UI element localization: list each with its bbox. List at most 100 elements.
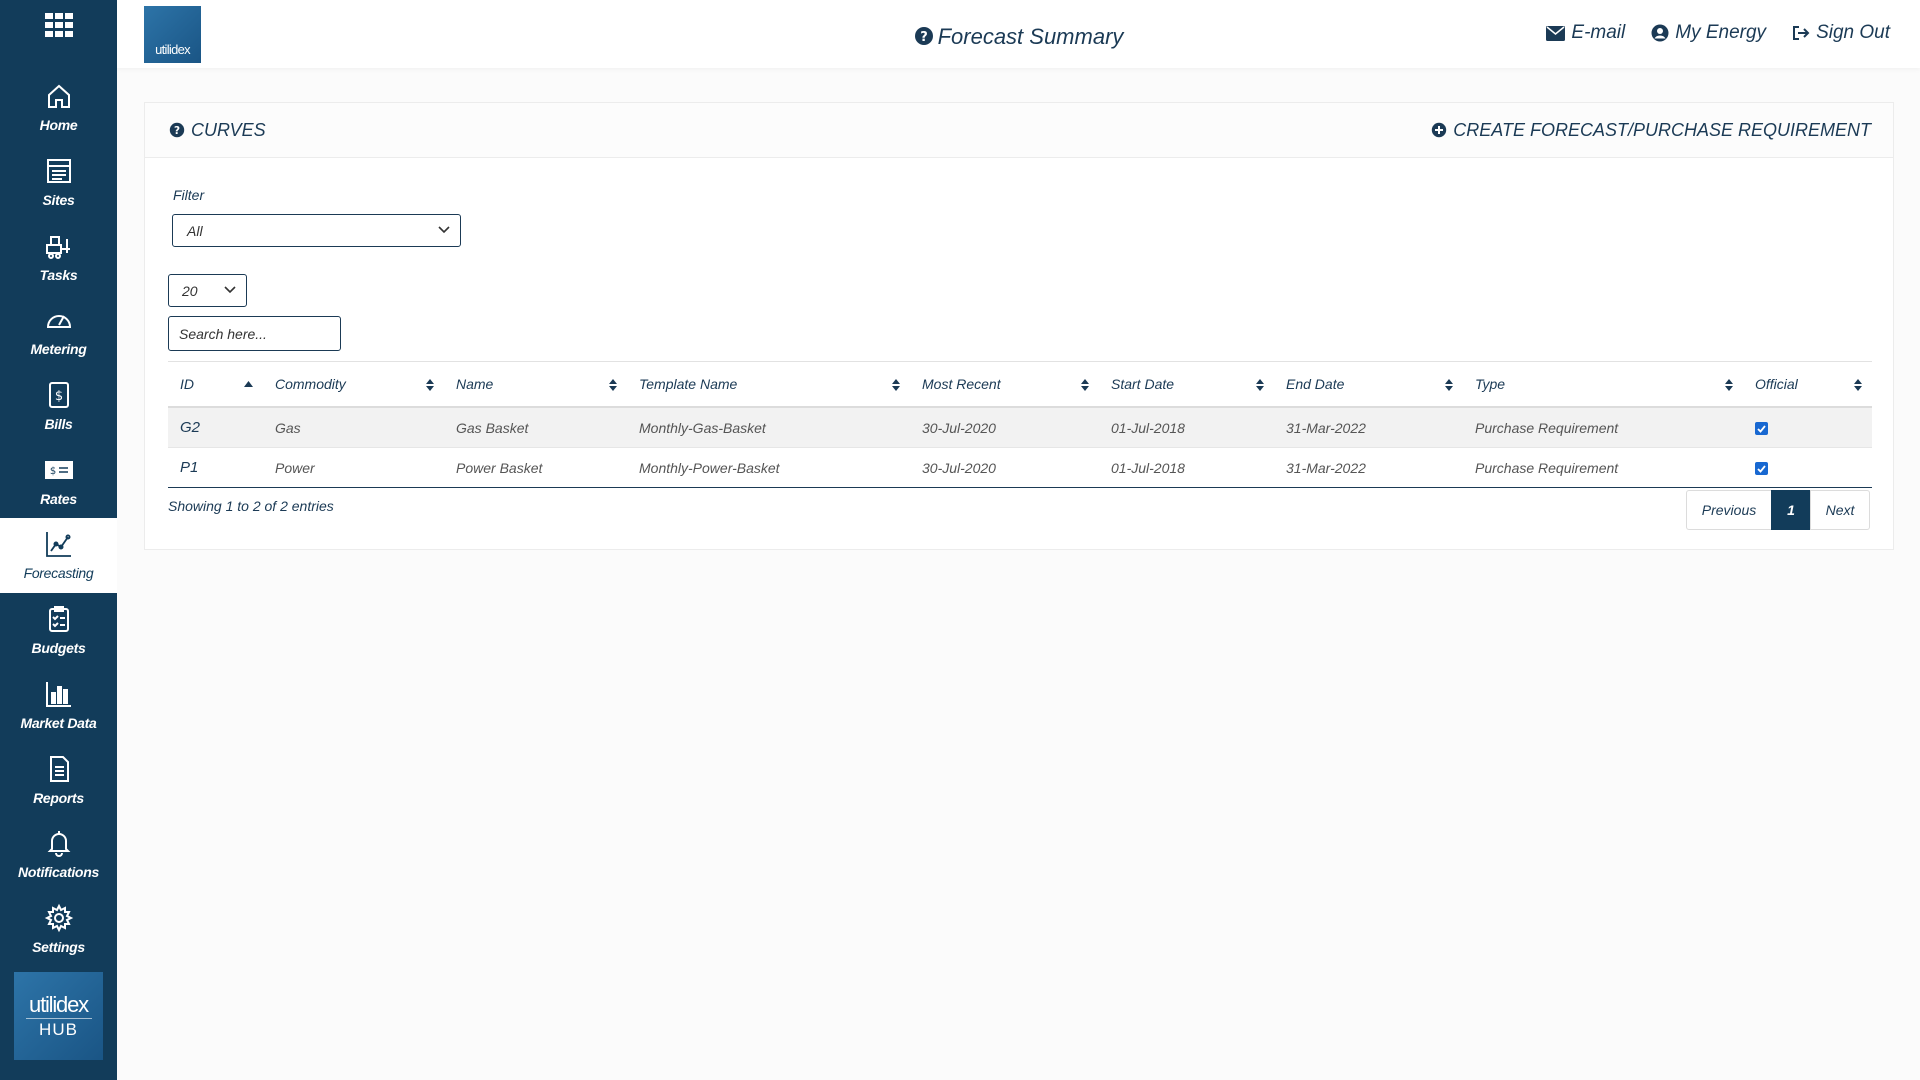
curves-table: ID Commodity Name Template Name Most Rec…: [168, 361, 1872, 488]
sign-out-icon: [1793, 26, 1810, 40]
hub-logo[interactable]: utilidex HUB: [14, 972, 103, 1060]
column-header-id[interactable]: ID: [168, 362, 263, 406]
sidebar-item-notifications[interactable]: Notifications: [0, 817, 117, 892]
official-checkbox[interactable]: [1755, 422, 1768, 435]
curves-panel: ? CURVES CREATE FORECAST/PURCHASE REQUIR…: [144, 102, 1894, 550]
column-header-label: Type: [1475, 376, 1506, 392]
table-row[interactable]: P1 Power Power Basket Monthly-Power-Bask…: [168, 448, 1872, 488]
filter-select-value: All: [187, 222, 203, 239]
svg-text:?: ?: [920, 30, 928, 45]
question-circle-icon: ?: [169, 122, 185, 138]
sort-icon: [892, 379, 900, 391]
sidebar-item-forecasting[interactable]: Forecasting: [0, 518, 117, 593]
column-header-start-date[interactable]: Start Date: [1099, 362, 1274, 406]
sidebar-item-reports[interactable]: Reports: [0, 742, 117, 817]
document-icon: [49, 755, 69, 782]
column-header-label: Start Date: [1111, 376, 1175, 392]
page-length-select[interactable]: 20: [168, 274, 247, 307]
official-checkbox[interactable]: [1755, 462, 1768, 475]
create-forecast-button[interactable]: CREATE FORECAST/PURCHASE REQUIREMENT: [1431, 120, 1871, 141]
envelope-icon: [1546, 25, 1566, 41]
app-grid-button[interactable]: [0, 0, 117, 50]
my-energy-link[interactable]: My Energy: [1651, 22, 1766, 44]
bell-icon: [47, 831, 70, 858]
sidebar-item-label: Reports: [33, 789, 84, 806]
panel-header: ? CURVES CREATE FORECAST/PURCHASE REQUIR…: [145, 103, 1893, 158]
hub-logo-sub: HUB: [25, 1018, 92, 1040]
table-row[interactable]: G2 Gas Gas Basket Monthly-Gas-Basket 30-…: [168, 408, 1872, 448]
top-links: E-mail My Energy Sign Out: [1546, 22, 1890, 44]
my-energy-link-label: My Energy: [1675, 22, 1767, 43]
column-header-label: Most Recent: [922, 376, 1001, 392]
sidebar-item-label: Tasks: [39, 266, 78, 283]
chevron-down-icon: [438, 226, 450, 234]
column-header-name[interactable]: Name: [444, 362, 627, 406]
column-header-most-recent[interactable]: Most Recent: [910, 362, 1099, 406]
sidebar: Home Sites Tasks Metering $ Bills $ Rate…: [0, 0, 117, 1080]
table-header: ID Commodity Name Template Name Most Rec…: [168, 362, 1872, 408]
sidebar-item-label: Metering: [30, 341, 87, 358]
cell-name: Power Basket: [456, 459, 543, 476]
column-header-template-name[interactable]: Template Name: [627, 362, 910, 406]
column-header-official[interactable]: Official: [1743, 362, 1872, 406]
filter-select[interactable]: All: [172, 214, 461, 247]
search-input[interactable]: [168, 316, 341, 351]
sidebar-item-sites[interactable]: Sites: [0, 145, 117, 220]
top-bar: utilidex ? Forecast Summary E-mail My Ene…: [117, 0, 1920, 68]
cell-start-date: 01-Jul-2018: [1111, 419, 1185, 436]
sign-out-link-label: Sign Out: [1816, 22, 1890, 43]
grid-icon: [44, 13, 73, 37]
cell-official: [1743, 460, 1872, 476]
sidebar-item-budgets[interactable]: Budgets: [0, 593, 117, 668]
page-length-value: 20: [182, 282, 198, 299]
panel-title-text: CURVES: [191, 119, 266, 140]
column-header-type[interactable]: Type: [1463, 362, 1743, 406]
table-info: Showing 1 to 2 of 2 entries: [168, 498, 334, 514]
rates-icon: $: [44, 460, 73, 479]
cell-most-recent: 30-Jul-2020: [922, 419, 996, 436]
sort-icon: [609, 379, 617, 391]
column-header-label: Template Name: [639, 376, 738, 392]
column-header-label: Commodity: [275, 376, 346, 392]
cell-type: Purchase Requirement: [1475, 419, 1619, 436]
chart-line-icon: [45, 532, 71, 558]
user-circle-icon: [1651, 24, 1669, 42]
sort-icon: [1854, 379, 1862, 391]
panel-title: ? CURVES: [169, 120, 266, 141]
email-link[interactable]: E-mail: [1546, 22, 1625, 44]
gauge-icon: [46, 315, 71, 329]
svg-text:$: $: [54, 389, 62, 404]
sidebar-item-tasks[interactable]: Tasks: [0, 219, 117, 294]
column-header-end-date[interactable]: End Date: [1274, 362, 1463, 406]
previous-page-button[interactable]: Previous: [1686, 490, 1772, 530]
sign-out-link[interactable]: Sign Out: [1792, 22, 1890, 44]
gear-icon: [44, 903, 73, 933]
sidebar-item-market-data[interactable]: Market Data: [0, 668, 117, 743]
check-icon: [1757, 424, 1766, 433]
page-title-text: Forecast Summary: [937, 24, 1124, 49]
filter-label: Filter: [173, 187, 205, 203]
pagination: Previous 1 Next: [1686, 490, 1870, 530]
create-forecast-label: CREATE FORECAST/PURCHASE REQUIREMENT: [1453, 119, 1871, 140]
check-icon: [1757, 464, 1766, 473]
cell-type: Purchase Requirement: [1475, 459, 1619, 476]
sidebar-item-settings[interactable]: Settings: [0, 892, 117, 967]
question-circle-icon: ?: [914, 27, 933, 45]
sidebar-item-label: Sites: [42, 192, 75, 209]
sidebar-item-home[interactable]: Home: [0, 70, 117, 145]
bar-chart-icon: [45, 681, 71, 707]
cell-commodity: Power: [275, 459, 315, 476]
sidebar-item-rates[interactable]: $ Rates: [0, 443, 117, 518]
sidebar-item-label: Rates: [40, 490, 77, 507]
sidebar-item-label: Forecasting: [23, 565, 94, 582]
cell-id: P1: [180, 459, 199, 476]
next-page-button[interactable]: Next: [1810, 490, 1870, 530]
sidebar-item-metering[interactable]: Metering: [0, 294, 117, 369]
sites-icon: [46, 159, 71, 184]
page-number-button[interactable]: 1: [1771, 490, 1811, 530]
sidebar-item-label: Budgets: [31, 640, 86, 657]
column-header-commodity[interactable]: Commodity: [263, 362, 444, 406]
column-header-label: Official: [1755, 376, 1798, 392]
cell-id: G2: [180, 419, 201, 436]
sidebar-item-bills[interactable]: $ Bills: [0, 369, 117, 444]
